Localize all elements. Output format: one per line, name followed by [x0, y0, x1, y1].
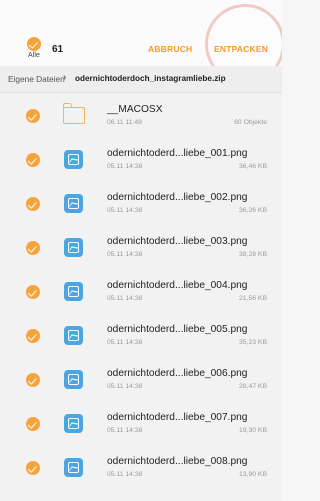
item-date: 05.11 14:38 — [107, 471, 143, 478]
image-file-icon — [64, 150, 83, 169]
item-name: odernichtoderd...liebe_005.png — [107, 324, 248, 335]
app-screen: Alle 61 ABBRUCH ENTPACKEN Eigene Dateien… — [0, 0, 282, 501]
checkmark-icon[interactable] — [26, 197, 40, 211]
folder-icon — [62, 103, 85, 124]
item-name: odernichtoderd...liebe_003.png — [107, 236, 248, 247]
item-date: 05.11 14:38 — [107, 295, 143, 302]
item-date: 06.11 11:48 — [107, 119, 142, 126]
breadcrumb-current: odernichtoderdoch_instagramliebe.zip — [75, 74, 226, 83]
item-size: 19,30 KB — [239, 427, 267, 434]
selected-count: 61 — [52, 44, 64, 55]
list-item[interactable]: odernichtoderd...liebe_008.png 05.11 14:… — [0, 445, 282, 489]
image-file-icon — [64, 282, 83, 301]
image-file-icon — [64, 414, 83, 433]
chevron-right-icon: › — [63, 72, 67, 83]
list-item[interactable]: odernichtoderd...liebe_002.png 05.11 14:… — [0, 181, 282, 225]
image-file-icon — [64, 458, 83, 477]
item-name: odernichtoderd...liebe_008.png — [107, 456, 248, 467]
extract-button[interactable]: ENTPACKEN — [214, 44, 268, 54]
item-size: 36,46 KB — [239, 163, 267, 170]
image-file-icon — [64, 238, 83, 257]
image-file-icon — [64, 194, 83, 213]
breadcrumb-root[interactable]: Eigene Dateien — [8, 74, 65, 84]
list-item[interactable]: odernichtoderd...liebe_003.png 05.11 14:… — [0, 225, 282, 269]
selection-toolbar: Alle 61 ABBRUCH ENTPACKEN — [0, 0, 282, 84]
item-size: 35,23 KB — [239, 339, 267, 346]
item-name: odernichtoderd...liebe_006.png — [107, 368, 248, 379]
item-date: 05.11 14:38 — [107, 163, 143, 170]
checkmark-icon — [27, 37, 41, 51]
item-size: 28,47 KB — [239, 383, 267, 390]
item-size: 38,28 KB — [239, 251, 267, 258]
cancel-button[interactable]: ABBRUCH — [148, 44, 208, 54]
item-name: odernichtoderd...liebe_002.png — [107, 192, 248, 203]
select-all-checkbox[interactable]: Alle — [24, 37, 44, 59]
checkmark-icon[interactable] — [26, 153, 40, 167]
item-size: 21,56 KB — [239, 295, 267, 302]
checkmark-icon[interactable] — [26, 285, 40, 299]
item-size: 13,90 KB — [239, 471, 267, 478]
item-name: __MACOSX — [107, 104, 163, 115]
item-date: 05.11 14:38 — [107, 383, 143, 390]
item-date: 05.11 14:38 — [107, 251, 143, 258]
item-name: odernichtoderd...liebe_004.png — [107, 280, 248, 291]
list-item[interactable]: odernichtoderd...liebe_006.png 05.11 14:… — [0, 357, 282, 401]
checkmark-icon[interactable] — [26, 461, 40, 475]
item-count: 60 Objekte — [234, 119, 267, 126]
checkmark-icon[interactable] — [26, 373, 40, 387]
breadcrumb: Eigene Dateien › odernichtoderdoch_insta… — [0, 66, 282, 93]
select-all-label: Alle — [27, 52, 41, 59]
item-date: 05.11 14:38 — [107, 339, 143, 346]
checkmark-icon[interactable] — [26, 109, 40, 123]
image-file-icon — [64, 370, 83, 389]
list-item[interactable]: odernichtoderd...liebe_005.png 05.11 14:… — [0, 313, 282, 357]
item-date: 05.11 14:38 — [107, 207, 143, 214]
checkmark-icon[interactable] — [26, 417, 40, 431]
image-file-icon — [64, 326, 83, 345]
file-list: __MACOSX 06.11 11:48 60 Objekte odernich… — [0, 93, 282, 501]
checkmark-icon[interactable] — [26, 329, 40, 343]
item-name: odernichtoderd...liebe_007.png — [107, 412, 248, 423]
list-item-folder[interactable]: __MACOSX 06.11 11:48 60 Objekte — [0, 93, 282, 137]
item-size: 36,26 KB — [239, 207, 267, 214]
item-name: odernichtoderd...liebe_001.png — [107, 148, 248, 159]
list-item[interactable]: odernichtoderd...liebe_007.png 05.11 14:… — [0, 401, 282, 445]
item-date: 05.11 14:38 — [107, 427, 143, 434]
checkmark-icon[interactable] — [26, 241, 40, 255]
list-item[interactable]: odernichtoderd...liebe_004.png 05.11 14:… — [0, 269, 282, 313]
list-item[interactable]: odernichtoderd...liebe_001.png 05.11 14:… — [0, 137, 282, 181]
